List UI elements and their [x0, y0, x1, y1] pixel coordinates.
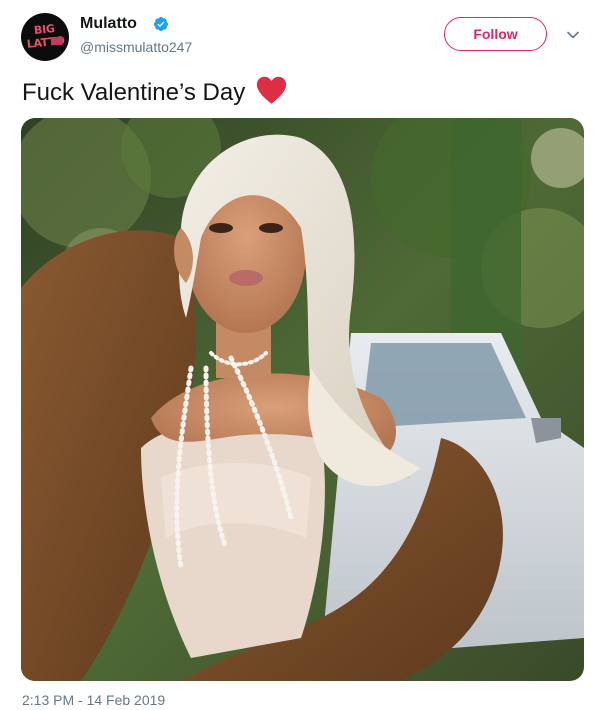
display-name[interactable]: Mulatto — [80, 14, 137, 34]
timestamp-link[interactable]: 2:13 PM - 14 Feb 2019 — [22, 692, 165, 708]
heart-icon — [257, 76, 287, 104]
handle[interactable]: @missmulatto247 — [80, 38, 192, 56]
follow-button[interactable]: Follow — [444, 17, 547, 51]
avatar-logo-mark — [51, 37, 63, 45]
tweet-text-content: Fuck Valentine’s Day — [22, 78, 246, 106]
chevron-down-icon[interactable] — [566, 28, 580, 42]
photo-image — [21, 118, 584, 681]
avatar[interactable]: BIG LATTO — [21, 13, 69, 61]
verified-badge-icon — [153, 17, 168, 31]
avatar-logo-text: BIG LATTO — [26, 21, 66, 51]
tweet-photo[interactable] — [21, 118, 584, 681]
tweet-text: Fuck Valentine’s Day — [22, 76, 288, 109]
tweet-card: BIG LATTO Mulatto @missmulatto247 Follow… — [0, 0, 599, 710]
